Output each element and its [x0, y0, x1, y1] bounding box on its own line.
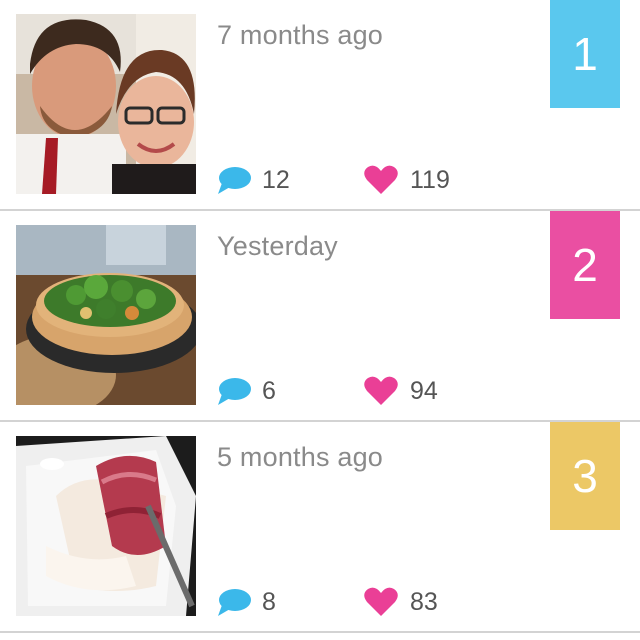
post-time: Yesterday [217, 231, 338, 261]
comment-bubble-icon [216, 586, 252, 618]
like-count: 94 [410, 376, 438, 405]
post-photo-couple-selfie[interactable] [16, 14, 196, 194]
row-divider [0, 631, 640, 633]
heart-icon [363, 164, 399, 196]
likes-stat[interactable]: 83 [363, 582, 438, 622]
like-count: 119 [410, 165, 450, 194]
comment-bubble-icon [216, 375, 252, 407]
comment-count: 12 [262, 165, 290, 194]
likes-stat[interactable]: 94 [363, 371, 438, 411]
post-list: 7 months ago 1 12 119 Yesterday 2 6 94 5… [0, 0, 640, 640]
comments-stat[interactable]: 12 [216, 160, 290, 200]
post-photo-broccoli-quiche[interactable] [16, 225, 196, 405]
comment-count: 6 [262, 376, 276, 405]
heart-icon [363, 375, 399, 407]
like-count: 83 [410, 587, 438, 616]
comments-stat[interactable]: 6 [216, 371, 276, 411]
post-row[interactable]: 7 months ago 1 12 119 [0, 0, 640, 211]
rank-badge: 2 [550, 211, 620, 319]
comment-count: 8 [262, 587, 276, 616]
rank-badge: 3 [550, 422, 620, 530]
post-row[interactable]: 5 months ago 3 8 83 [0, 422, 640, 633]
heart-icon [363, 586, 399, 618]
comments-stat[interactable]: 8 [216, 582, 276, 622]
post-time: 5 months ago [217, 442, 384, 472]
post-time: 7 months ago [217, 20, 384, 50]
post-photo-berry-cake-slice[interactable] [16, 436, 196, 616]
likes-stat[interactable]: 119 [363, 160, 450, 200]
comment-bubble-icon [216, 164, 252, 196]
post-row[interactable]: Yesterday 2 6 94 [0, 211, 640, 422]
rank-badge: 1 [550, 0, 620, 108]
